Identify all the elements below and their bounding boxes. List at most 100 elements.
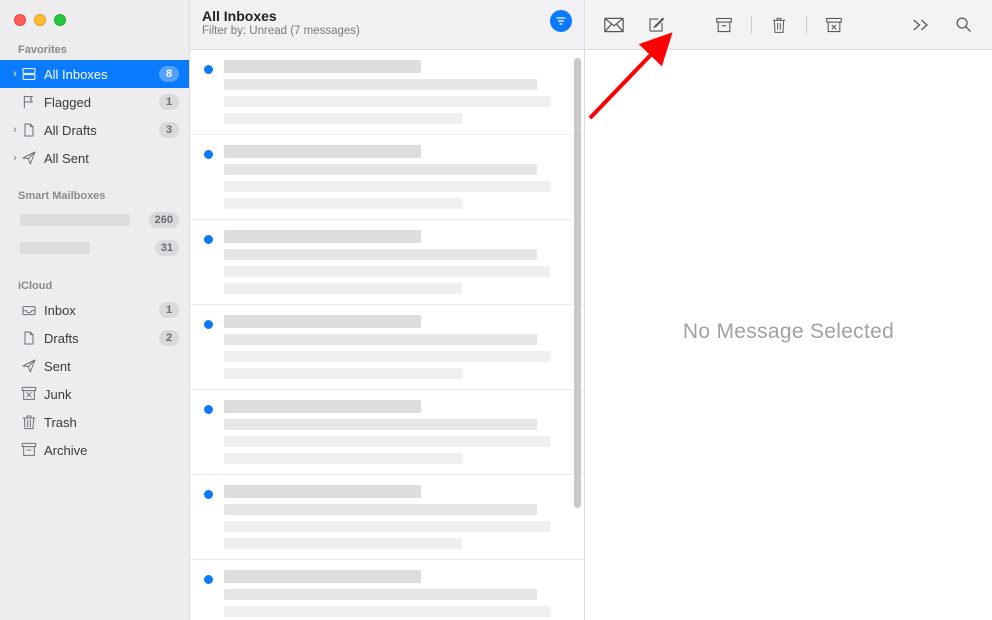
placeholder [20, 214, 130, 226]
placeholder [224, 181, 550, 192]
placeholder [224, 283, 462, 294]
sidebar-item-label: All Sent [38, 151, 179, 166]
filter-icon [555, 15, 567, 27]
sidebar-item-label: Trash [38, 415, 179, 430]
sidebar-item-all-inboxes[interactable]: › All Inboxes 8 [0, 60, 189, 88]
message-row[interactable] [190, 50, 584, 135]
chevrons-icon [912, 18, 930, 32]
count-badge: 8 [159, 66, 179, 82]
section-icloud-label: iCloud [0, 262, 189, 296]
more-button[interactable] [904, 12, 938, 38]
minimize-window-button[interactable] [34, 14, 46, 26]
placeholder [224, 368, 462, 379]
archive-icon [21, 442, 37, 458]
filter-button[interactable] [550, 10, 572, 32]
delete-button[interactable] [762, 12, 796, 38]
flag-icon [21, 94, 37, 110]
placeholder [224, 79, 537, 90]
sidebar-item-inbox[interactable]: Inbox 1 [0, 296, 189, 324]
toolbar-separator [806, 16, 807, 34]
placeholder [224, 266, 550, 277]
doc-icon [21, 330, 37, 346]
placeholder [224, 334, 537, 345]
sidebar-item-junk[interactable]: Junk [0, 380, 189, 408]
placeholder [224, 606, 550, 617]
section-favorites-label: Favorites [0, 26, 189, 60]
message-list-header: All Inboxes Filter by: Unread (7 message… [190, 0, 584, 50]
count-badge: 1 [159, 302, 179, 318]
search-icon [955, 16, 972, 33]
message-row[interactable] [190, 135, 584, 220]
junk-button[interactable] [817, 12, 851, 38]
placeholder [224, 419, 537, 430]
count-badge: 31 [155, 240, 179, 256]
placeholder [224, 315, 421, 328]
sidebar-item-smart-0[interactable]: 260 [0, 206, 189, 234]
scrollbar[interactable] [574, 58, 581, 508]
sidebar-item-label: Flagged [38, 95, 159, 110]
placeholder [224, 60, 421, 73]
sidebar-item-drafts[interactable]: Drafts 2 [0, 324, 189, 352]
sidebar-item-smart-1[interactable]: 31 [0, 234, 189, 262]
toolbar [585, 0, 992, 50]
empty-state-text: No Message Selected [683, 320, 894, 344]
sidebar-item-trash[interactable]: Trash [0, 408, 189, 436]
xbox-icon [21, 386, 37, 402]
placeholder [224, 164, 537, 175]
placeholder [224, 504, 537, 515]
search-button[interactable] [946, 12, 980, 38]
sidebar-item-label: Sent [38, 359, 179, 374]
message-row[interactable] [190, 390, 584, 475]
message-pane: No Message Selected [585, 0, 992, 620]
trash-icon [21, 414, 37, 430]
message-row[interactable] [190, 560, 584, 620]
placeholder [224, 589, 537, 600]
get-mail-button[interactable] [597, 12, 631, 38]
unread-dot-icon [204, 490, 213, 499]
compose-icon [647, 16, 665, 34]
message-row[interactable] [190, 305, 584, 390]
sidebar-item-label: Drafts [38, 331, 159, 346]
trash-icon [771, 16, 787, 34]
sidebar-item-sent[interactable]: Sent [0, 352, 189, 380]
sidebar-item-label: All Inboxes [38, 67, 159, 82]
count-badge: 1 [159, 94, 179, 110]
archive-button[interactable] [707, 12, 741, 38]
chevron-right-icon: › [10, 152, 20, 164]
placeholder [224, 145, 421, 158]
archive-icon [715, 17, 733, 33]
message-scroll[interactable] [190, 50, 584, 620]
compose-button[interactable] [639, 12, 673, 38]
message-row[interactable] [190, 475, 584, 560]
maximize-window-button[interactable] [54, 14, 66, 26]
sidebar-item-label: Inbox [38, 303, 159, 318]
count-badge: 260 [149, 212, 179, 228]
message-list: All Inboxes Filter by: Unread (7 message… [190, 0, 585, 620]
list-subtitle: Filter by: Unread (7 messages) [202, 25, 542, 37]
unread-dot-icon [204, 405, 213, 414]
unread-dot-icon [204, 65, 213, 74]
close-window-button[interactable] [14, 14, 26, 26]
placeholder [224, 485, 421, 498]
placeholder [224, 198, 462, 209]
unread-dot-icon [204, 235, 213, 244]
inbox-stack-icon [21, 66, 37, 82]
placeholder [224, 436, 550, 447]
message-row[interactable] [190, 220, 584, 305]
sidebar-item-all-drafts[interactable]: › All Drafts 3 [0, 116, 189, 144]
sidebar-item-archive[interactable]: Archive [0, 436, 189, 464]
placeholder [224, 400, 421, 413]
placeholder [224, 113, 462, 124]
sidebar-item-all-sent[interactable]: › All Sent [0, 144, 189, 172]
paperplane-icon [21, 150, 37, 166]
unread-dot-icon [204, 575, 213, 584]
placeholder [224, 351, 550, 362]
placeholder [224, 521, 550, 532]
envelope-icon [604, 17, 624, 33]
chevron-right-icon: › [10, 68, 20, 80]
paperplane-icon [21, 358, 37, 374]
sidebar-item-flagged[interactable]: › Flagged 1 [0, 88, 189, 116]
sidebar-item-label: Junk [38, 387, 179, 402]
toolbar-separator [751, 16, 752, 34]
count-badge: 2 [159, 330, 179, 346]
